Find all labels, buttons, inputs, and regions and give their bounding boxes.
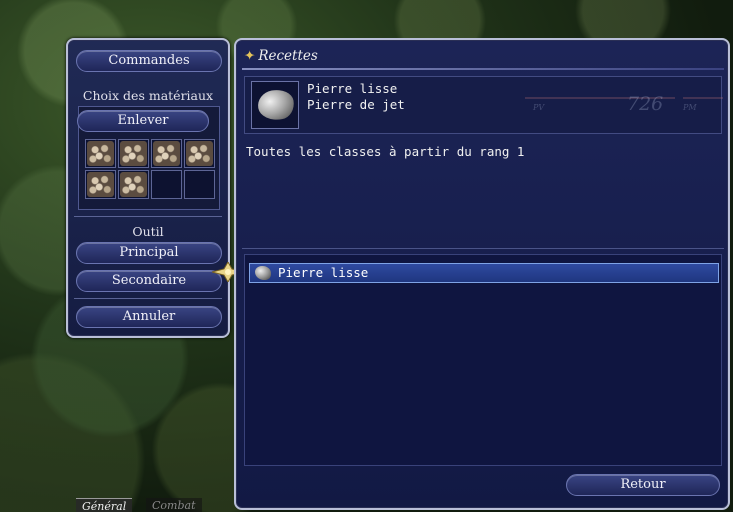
secondaire-tool-button[interactable]: Secondaire (76, 270, 222, 292)
commandes-button[interactable]: Commandes (76, 50, 222, 72)
ore-material-icon (87, 172, 114, 197)
retour-button[interactable]: Retour (566, 474, 720, 496)
recipe-list: Pierre lisse (244, 254, 722, 466)
enlever-button[interactable]: Enlever (77, 110, 209, 132)
pv-label-ghost: PV (533, 103, 545, 112)
star-icon: ✦ (244, 48, 256, 64)
item-subtitle: Pierre de jet (307, 97, 405, 112)
ore-material-icon (120, 141, 147, 166)
section-divider (74, 298, 222, 299)
principal-tool-button[interactable]: Principal (76, 242, 222, 264)
material-slot[interactable] (118, 139, 149, 168)
section-divider (74, 216, 222, 217)
recipes-panel: ✦ Recettes Pierre lisse Pierre de jet PV … (234, 38, 730, 510)
hp-value-ghost: 726 (627, 93, 664, 115)
chat-tab-general[interactable]: Général (76, 498, 133, 512)
material-slot[interactable] (151, 139, 182, 168)
ore-material-icon (153, 141, 180, 166)
tool-section-title: Outil (132, 224, 164, 239)
synthesis-command-panel: Commandes Choix des matériaux Enlever Ou… (66, 38, 230, 338)
recipe-item-label: Pierre lisse (278, 265, 369, 280)
ore-material-icon (87, 141, 114, 166)
item-thumbnail (251, 81, 299, 129)
material-slot[interactable] (118, 170, 149, 199)
item-detail-header: Pierre lisse Pierre de jet PV 726 PM (244, 76, 725, 134)
stone-icon (255, 266, 271, 280)
recipe-list-item[interactable]: Pierre lisse (249, 263, 719, 283)
ore-material-icon (120, 172, 147, 197)
material-slot-grid (85, 139, 215, 199)
recipes-title-text: Recettes (258, 48, 318, 64)
ore-material-icon (186, 141, 213, 166)
pm-label-ghost: PM (683, 103, 697, 112)
material-slot[interactable] (85, 170, 116, 199)
material-slot[interactable] (184, 170, 215, 199)
background-hud-ghost: PV 726 PM (525, 93, 725, 123)
item-name: Pierre lisse (307, 81, 398, 96)
material-slot[interactable] (85, 139, 116, 168)
stone-icon (255, 87, 297, 123)
material-slot[interactable] (184, 139, 215, 168)
materials-section-title: Choix des matériaux (82, 88, 214, 103)
title-rule (242, 68, 724, 70)
materials-box: Enlever (77, 106, 220, 210)
mp-bar-ghost (683, 97, 723, 99)
recipes-panel-title: ✦ Recettes (244, 48, 318, 64)
material-slot[interactable] (151, 170, 182, 199)
annuler-button[interactable]: Annuler (76, 306, 222, 328)
chat-tab-combat[interactable]: Combat (146, 498, 202, 512)
list-divider (242, 248, 724, 249)
recipe-requirement: Toutes les classes à partir du rang 1 (246, 144, 525, 159)
